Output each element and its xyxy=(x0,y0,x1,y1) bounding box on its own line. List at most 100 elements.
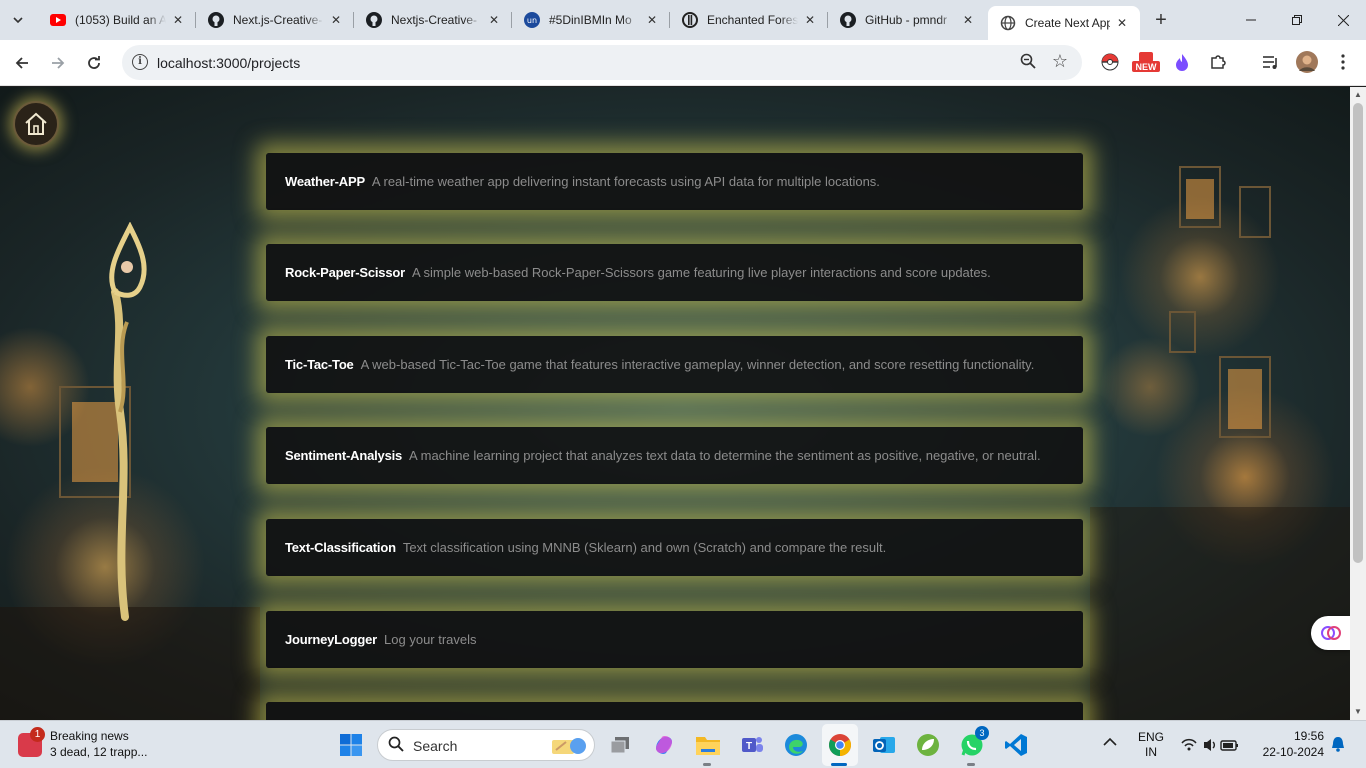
project-card-partial[interactable] xyxy=(266,702,1083,720)
new-extension-icon[interactable]: NEW xyxy=(1132,51,1160,73)
youtube-icon xyxy=(50,12,66,28)
network-status[interactable] xyxy=(1180,736,1240,757)
spring-app-button[interactable] xyxy=(912,729,944,761)
search-highlight-icon xyxy=(552,738,586,754)
teams-button[interactable]: T xyxy=(736,729,768,761)
tab-strip: (1053) Build an A ✕ Next.js-Creative- ✕ … xyxy=(0,0,1366,40)
news-subtitle: 3 dead, 12 trapp... xyxy=(50,745,148,759)
tab-github-3[interactable]: GitHub - pmndr ✕ xyxy=(828,0,986,40)
bell-icon xyxy=(1332,737,1344,752)
project-description: A real-time weather app delivering insta… xyxy=(371,174,880,189)
project-name: JourneyLogger xyxy=(285,632,378,647)
ai-assistant-widget[interactable] xyxy=(1311,616,1350,650)
close-window-button[interactable] xyxy=(1320,0,1366,40)
close-tab-icon[interactable]: ✕ xyxy=(802,12,818,28)
project-card-weather-app[interactable]: Weather-APP A real-time weather app deli… xyxy=(266,153,1083,210)
windows-start-button[interactable] xyxy=(335,729,367,761)
tab-unstop[interactable]: un #5DinIBMIn Mo ✕ xyxy=(512,0,670,40)
restore-button[interactable] xyxy=(1274,0,1320,40)
news-badge: 1 xyxy=(30,727,45,742)
browser-toolbar: i localhost:3000/projects ☆ NEW xyxy=(0,40,1366,86)
tab-github-1[interactable]: Next.js-Creative- ✕ xyxy=(196,0,354,40)
tab-codepen[interactable]: Enchanted Fores ✕ xyxy=(670,0,828,40)
language-indicator[interactable]: ENG IN xyxy=(1138,730,1164,759)
forward-button[interactable] xyxy=(44,49,72,77)
project-name: Weather-APP xyxy=(285,174,365,189)
windows-taskbar: 1 Breaking news 3 dead, 12 trapp... Sear… xyxy=(0,720,1366,768)
arrow-right-icon xyxy=(52,57,65,69)
project-card-tic-tac-toe[interactable]: Tic-Tac-Toe A web-based Tic-Tac-Toe game… xyxy=(266,336,1083,393)
reload-button[interactable] xyxy=(80,49,108,77)
restore-icon xyxy=(1292,15,1302,25)
vscode-button[interactable] xyxy=(1000,729,1032,761)
scroll-up-icon[interactable]: ▲ xyxy=(1350,87,1366,103)
media-controls-icon[interactable] xyxy=(1260,51,1282,73)
project-card-sentiment-analysis[interactable]: Sentiment-Analysis A machine learning pr… xyxy=(266,427,1083,484)
close-tab-icon[interactable]: ✕ xyxy=(1114,15,1130,31)
file-explorer-button[interactable] xyxy=(692,729,724,761)
tab-create-next-app[interactable]: Create Next App ✕ xyxy=(988,6,1140,40)
scrollbar-thumb[interactable] xyxy=(1353,103,1363,563)
extensions-puzzle-icon[interactable] xyxy=(1207,51,1229,73)
flame-extension-icon[interactable] xyxy=(1171,51,1193,73)
brain-icon xyxy=(1320,626,1341,640)
close-tab-icon[interactable]: ✕ xyxy=(960,12,976,28)
windows-logo-icon xyxy=(340,734,362,756)
tab-github-2[interactable]: Nextjs-Creative- ✕ xyxy=(354,0,512,40)
magic-staff-illustration xyxy=(109,222,147,621)
reload-icon xyxy=(88,56,100,69)
bookmark-star-icon[interactable]: ☆ xyxy=(1052,51,1068,72)
whatsapp-button[interactable]: 3 xyxy=(956,726,989,761)
project-card-rock-paper-scissor[interactable]: Rock-Paper-Scissor A simple web-based Ro… xyxy=(266,244,1083,301)
scroll-down-icon[interactable]: ▼ xyxy=(1350,704,1366,720)
unstop-icon: un xyxy=(524,12,540,28)
home-icon xyxy=(25,112,47,135)
minimize-button[interactable] xyxy=(1228,0,1274,40)
news-title: Breaking news xyxy=(50,729,129,743)
task-view-button[interactable] xyxy=(604,729,636,761)
close-tab-icon[interactable]: ✕ xyxy=(644,12,660,28)
notifications-button[interactable] xyxy=(1331,736,1345,755)
page-scrollbar[interactable]: ▲ ▼ xyxy=(1350,87,1366,720)
whatsapp-badge: 3 xyxy=(975,726,989,740)
close-tab-icon[interactable]: ✕ xyxy=(328,12,344,28)
edge-icon xyxy=(785,734,807,756)
close-tab-icon[interactable]: ✕ xyxy=(170,12,186,28)
back-button[interactable] xyxy=(8,49,36,77)
arrow-left-icon xyxy=(15,57,28,69)
tab-youtube[interactable]: (1053) Build an A ✕ xyxy=(38,0,196,40)
copilot-button[interactable] xyxy=(648,729,680,761)
chrome-button[interactable] xyxy=(824,729,856,761)
project-card-text-classification[interactable]: Text-Classification Text classification … xyxy=(266,519,1083,576)
profile-avatar[interactable] xyxy=(1296,51,1318,73)
running-indicator xyxy=(967,763,975,766)
edge-button[interactable] xyxy=(780,729,812,761)
clock-date: 22-10-2024 xyxy=(1262,745,1324,759)
site-info-icon[interactable]: i xyxy=(132,54,148,70)
home-button[interactable] xyxy=(13,101,59,147)
project-description: Log your travels xyxy=(384,632,477,647)
outlook-button[interactable] xyxy=(868,729,900,761)
language-label: ENG xyxy=(1138,730,1165,744)
address-bar[interactable]: i localhost:3000/projects ☆ xyxy=(122,45,1082,80)
show-hidden-icons[interactable] xyxy=(1103,736,1117,750)
taskbar-search[interactable]: Search xyxy=(377,729,595,761)
vscode-icon xyxy=(1005,734,1027,756)
menu-kebab-icon[interactable] xyxy=(1332,51,1354,73)
project-card-journeylogger[interactable]: JourneyLogger Log your travels xyxy=(266,611,1083,668)
url-text[interactable]: localhost:3000/projects xyxy=(157,55,300,71)
running-indicator xyxy=(703,763,711,766)
clock[interactable]: 19:56 22-10-2024 xyxy=(1262,729,1324,759)
active-indicator xyxy=(831,763,847,766)
tab-title: GitHub - pmndr xyxy=(865,13,948,27)
svg-text:T: T xyxy=(746,741,752,752)
pokeball-extension-icon[interactable] xyxy=(1099,51,1121,73)
project-name: Tic-Tac-Toe xyxy=(285,357,354,372)
zoom-icon[interactable] xyxy=(1020,53,1036,73)
tab-search-button[interactable] xyxy=(6,8,30,32)
close-tab-icon[interactable]: ✕ xyxy=(486,12,502,28)
github-icon xyxy=(208,12,224,28)
teams-icon: T xyxy=(742,737,763,752)
new-tab-button[interactable]: + xyxy=(1150,9,1172,31)
project-description: A web-based Tic-Tac-Toe game that featur… xyxy=(360,357,1035,372)
